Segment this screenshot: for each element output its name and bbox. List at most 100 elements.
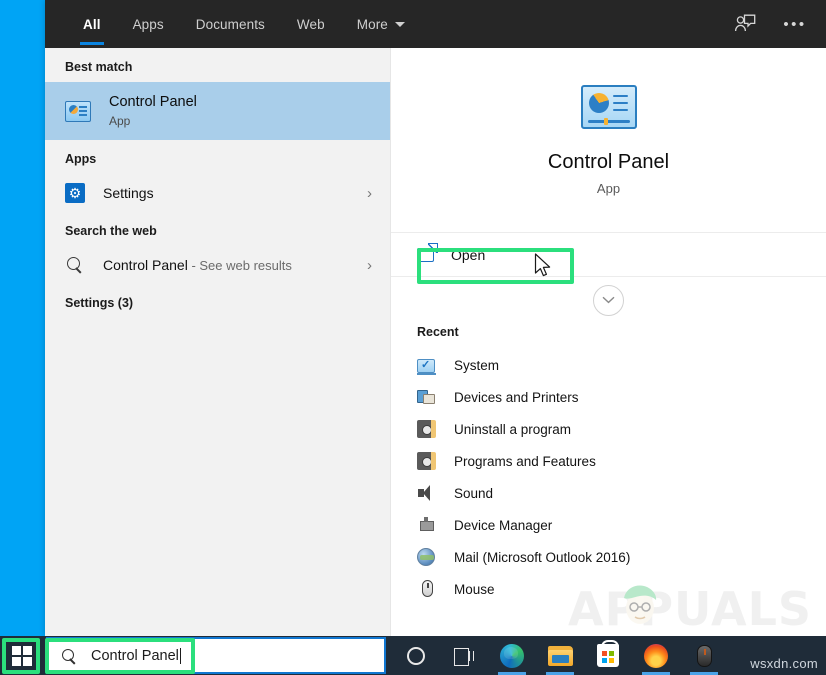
ellipsis-icon[interactable]: •••	[774, 5, 816, 43]
chevron-down-icon[interactable]	[593, 285, 624, 316]
settings-gear-icon: ⚙	[65, 183, 85, 203]
list-item[interactable]: Sound	[391, 477, 826, 509]
list-item-label: Uninstall a program	[454, 422, 571, 437]
tab-apps[interactable]: Apps	[117, 0, 180, 48]
task-view-icon	[454, 648, 474, 664]
control-panel-icon	[581, 85, 637, 129]
list-item-label: System	[454, 358, 499, 373]
list-item[interactable]: Devices and Printers	[391, 381, 826, 413]
microsoft-edge-icon	[500, 644, 524, 668]
list-item-label: Mouse	[454, 582, 495, 597]
microsoft-store-icon	[597, 644, 619, 667]
cortana-circle-icon	[407, 647, 425, 665]
control-panel-icon	[65, 101, 91, 122]
mouse-icon-body	[422, 580, 433, 597]
start-button[interactable]	[0, 636, 44, 675]
mouse-icon	[417, 580, 435, 598]
expander-wrapper	[391, 277, 826, 323]
search-web-section-label: Search the web	[45, 212, 390, 246]
taskbar-item-task-view[interactable]	[440, 636, 488, 675]
best-match-title: Control Panel	[109, 94, 197, 111]
control-panel-slider-detail	[588, 120, 630, 123]
preview-title: Control Panel	[548, 151, 669, 174]
results-pane: Best match Control Panel App Apps ⚙ Sett…	[45, 48, 390, 636]
best-match-subtitle: App	[109, 113, 197, 129]
taskbar-item-microsoft-store[interactable]	[584, 636, 632, 675]
tab-all[interactable]: All	[67, 0, 117, 48]
list-item[interactable]: Programs and Features	[391, 445, 826, 477]
result-item-settings[interactable]: ⚙ Settings ›	[45, 174, 390, 212]
app-preview: Control Panel App	[391, 48, 826, 233]
file-explorer-icon	[548, 646, 573, 666]
list-item-label: Mail (Microsoft Outlook 2016)	[454, 550, 630, 565]
tab-more-label: More	[357, 17, 388, 32]
apps-section-label: Apps	[45, 140, 390, 174]
speaker-icon	[417, 484, 435, 502]
preview-pane: Control Panel App Open Recent S	[390, 48, 826, 636]
list-item[interactable]: Mail (Microsoft Outlook 2016)	[391, 541, 826, 573]
tab-documents[interactable]: Documents	[180, 0, 281, 48]
list-item[interactable]: Uninstall a program	[391, 413, 826, 445]
recent-section-label: Recent	[391, 323, 826, 349]
open-external-icon	[417, 248, 434, 262]
settings-group-section-label: Settings (3)	[45, 284, 390, 318]
header-actions: •••	[724, 0, 816, 48]
taskbar-item-cortana[interactable]	[392, 636, 440, 675]
web-search-query: Control Panel	[103, 257, 188, 273]
ellipsis-label: •••	[783, 17, 806, 32]
list-item-label: Programs and Features	[454, 454, 596, 469]
taskbar: Control Panel	[0, 636, 826, 675]
list-item[interactable]: Device Manager	[391, 509, 826, 541]
taskbar-icons	[392, 636, 728, 675]
open-action-wrapper: Open	[391, 233, 826, 277]
result-item-web-search[interactable]: Control Panel - See web results ›	[45, 246, 390, 284]
open-action-row[interactable]: Open	[391, 233, 826, 277]
list-item-label: Devices and Printers	[454, 390, 579, 405]
best-match-texts: Control Panel App	[109, 94, 197, 129]
best-match-result-control-panel[interactable]: Control Panel App	[45, 82, 390, 140]
site-watermark: wsxdn.com	[750, 656, 818, 671]
result-item-settings-label: Settings	[103, 185, 367, 201]
chevron-right-icon[interactable]: ›	[367, 257, 376, 274]
devices-printers-icon	[417, 388, 435, 406]
list-item[interactable]: Mouse	[391, 573, 826, 605]
result-item-web-search-label: Control Panel - See web results	[103, 257, 367, 273]
mouse-device-icon	[697, 645, 712, 667]
screen: All Apps Documents Web More	[0, 0, 826, 675]
tab-web-label: Web	[297, 17, 325, 32]
search-icon	[60, 647, 78, 665]
windows-logo-icon	[12, 646, 32, 666]
chevron-down-icon	[395, 22, 405, 27]
list-item-label: Device Manager	[454, 518, 552, 533]
taskbar-item-edge[interactable]	[488, 636, 536, 675]
mouse-pointer-icon	[534, 253, 552, 279]
open-action-label: Open	[451, 247, 485, 263]
tab-all-label: All	[83, 17, 101, 32]
list-item[interactable]: System	[391, 349, 826, 381]
programs-disc-icon	[417, 452, 435, 470]
list-item-label: Sound	[454, 486, 493, 501]
search-input[interactable]: Control Panel	[46, 637, 386, 674]
web-search-suffix: - See web results	[188, 258, 292, 273]
programs-disc-icon	[417, 420, 435, 438]
search-filter-tabbar: All Apps Documents Web More	[45, 0, 826, 48]
firefox-icon	[644, 644, 668, 668]
preview-subtitle: App	[597, 181, 620, 196]
text-caret	[180, 648, 182, 664]
tab-list: All Apps Documents Web More	[67, 0, 421, 48]
mail-globe-icon	[417, 548, 435, 566]
tab-web[interactable]: Web	[281, 0, 341, 48]
search-input-value: Control Panel	[91, 648, 179, 664]
tab-more[interactable]: More	[341, 0, 421, 48]
best-match-section-label: Best match	[45, 48, 390, 82]
system-monitor-icon	[417, 359, 435, 373]
tab-apps-label: Apps	[133, 17, 164, 32]
taskbar-item-firefox[interactable]	[632, 636, 680, 675]
taskbar-item-file-explorer[interactable]	[536, 636, 584, 675]
taskbar-item-mouse-utility[interactable]	[680, 636, 728, 675]
search-flyout: All Apps Documents Web More	[45, 0, 826, 636]
device-manager-icon	[417, 516, 435, 534]
search-icon	[65, 255, 85, 275]
chevron-right-icon[interactable]: ›	[367, 185, 376, 202]
feedback-person-icon[interactable]	[724, 5, 766, 43]
